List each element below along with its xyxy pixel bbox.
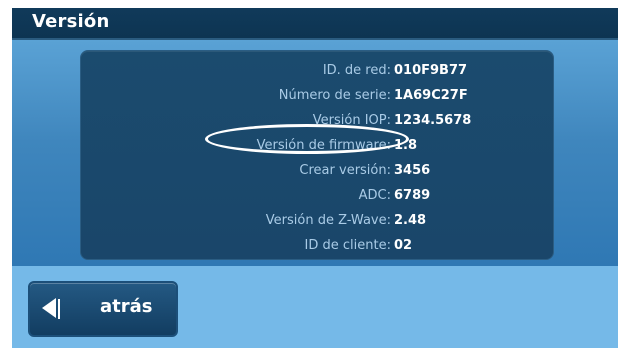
footer-bar: atrás <box>12 266 618 348</box>
serial-number-label: Número de serie: <box>278 88 391 103</box>
info-row-customer-id: ID de cliente: 02 <box>81 234 553 258</box>
build-version-value: 3456 <box>394 163 431 178</box>
title-bar: Versión <box>12 8 618 40</box>
info-row-adc: ADC: 6789 <box>81 184 553 208</box>
network-id-value: 010F9B77 <box>394 63 468 78</box>
back-button[interactable]: atrás <box>28 281 178 337</box>
version-info-panel: ID. de red: 010F9B77 Número de serie: 1A… <box>80 50 554 260</box>
page-title: Versión <box>32 11 110 32</box>
serial-number-value: 1A69C27F <box>394 88 468 103</box>
zwave-version-value: 2.48 <box>394 213 427 228</box>
info-row-build-version: Crear versión: 3456 <box>81 159 553 183</box>
info-row-network-id: ID. de red: 010F9B77 <box>81 59 553 83</box>
customer-id-label: ID de cliente: <box>304 238 391 253</box>
back-button-label: atrás <box>100 296 153 317</box>
info-row-zwave-version: Versión de Z-Wave: 2.48 <box>81 209 553 233</box>
adc-value: 6789 <box>394 188 431 203</box>
network-id-label: ID. de red: <box>322 63 391 78</box>
info-row-serial-number: Número de serie: 1A69C27F <box>81 84 553 108</box>
iop-version-value: 1234.5678 <box>394 113 472 128</box>
adc-label: ADC: <box>358 188 391 203</box>
arrow-bar-icon <box>58 299 60 319</box>
customer-id-value: 02 <box>394 238 413 253</box>
build-version-label: Crear versión: <box>299 163 391 178</box>
left-arrow-icon <box>42 298 56 318</box>
firmware-highlight-ring <box>205 124 409 154</box>
main-area: ID. de red: 010F9B77 Número de serie: 1A… <box>12 40 618 266</box>
screen: Versión ID. de red: 010F9B77 Número de s… <box>0 0 618 348</box>
zwave-version-label: Versión de Z-Wave: <box>265 213 391 228</box>
